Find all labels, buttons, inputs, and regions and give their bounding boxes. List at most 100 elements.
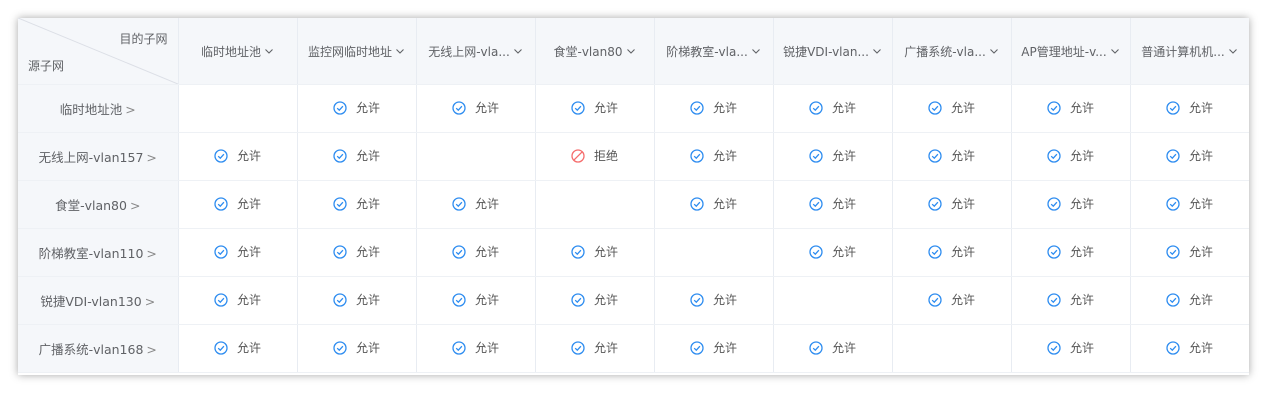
check-circle-icon: [452, 341, 466, 355]
row-header-label: 阶梯教室-vlan110: [38, 246, 144, 261]
column-header[interactable]: 广播系统-vla...: [892, 18, 1012, 85]
policy-cell-allow[interactable]: 允许: [178, 228, 298, 277]
row-header[interactable]: 广播系统-vlan168 >: [18, 324, 179, 373]
policy-cell-allow[interactable]: 允许: [1011, 228, 1131, 277]
policy-cell-empty: [416, 132, 536, 181]
policy-cell-allow[interactable]: 允许: [892, 276, 1012, 325]
policy-cell-allow[interactable]: 允许: [892, 180, 1012, 229]
chevron-down-icon[interactable]: [513, 46, 523, 56]
policy-cell-allow[interactable]: 允许: [535, 324, 655, 373]
policy-cell-allow[interactable]: 允许: [654, 132, 774, 181]
row-header[interactable]: 锐捷VDI-vlan130 >: [18, 276, 179, 325]
acl-matrix: 目的子网 源子网 临时地址池 监控网临时地址 无线上网-vla... 食堂-vlan8…: [18, 18, 1249, 375]
chevron-right-icon: >: [125, 102, 136, 117]
policy-cell-allow[interactable]: 允许: [1130, 228, 1249, 277]
policy-cell-allow[interactable]: 允许: [1130, 132, 1249, 181]
policy-cell-allow[interactable]: 允许: [535, 84, 655, 133]
policy-cell-allow[interactable]: 允许: [1011, 276, 1131, 325]
policy-cell-allow[interactable]: 允许: [1011, 84, 1131, 133]
check-circle-icon: [928, 197, 942, 211]
check-circle-icon: [1047, 101, 1061, 115]
row-header[interactable]: 无线上网-vlan157 >: [18, 132, 179, 181]
policy-cell-allow[interactable]: 允许: [654, 276, 774, 325]
column-header[interactable]: 阶梯教室-vla...: [654, 18, 774, 85]
chevron-down-icon[interactable]: [395, 46, 405, 56]
policy-cell-allow[interactable]: 允许: [654, 180, 774, 229]
policy-cell-allow[interactable]: 允许: [892, 84, 1012, 133]
check-circle-icon: [928, 149, 942, 163]
policy-cell-allow[interactable]: 允许: [535, 228, 655, 277]
column-header[interactable]: AP管理地址-v...: [1011, 18, 1131, 85]
policy-cell-allow[interactable]: 允许: [297, 84, 417, 133]
chevron-down-icon[interactable]: [989, 46, 999, 56]
policy-cell-empty: [535, 180, 655, 229]
policy-cell-allow[interactable]: 允许: [1130, 324, 1249, 373]
policy-label: 允许: [1069, 149, 1094, 164]
policy-cell-allow[interactable]: 允许: [773, 324, 893, 373]
chevron-down-icon[interactable]: [1110, 46, 1120, 56]
policy-cell-allow[interactable]: 允许: [654, 84, 774, 133]
column-header[interactable]: 临时地址池: [178, 18, 298, 85]
chevron-right-icon: >: [146, 342, 157, 357]
check-circle-icon: [690, 293, 704, 307]
column-header[interactable]: 食堂-vlan80: [535, 18, 655, 85]
policy-cell-allow[interactable]: 允许: [416, 180, 536, 229]
column-header-label: 监控网临时地址: [307, 44, 392, 59]
policy-label: 允许: [950, 293, 975, 308]
policy-cell-allow[interactable]: 允许: [654, 324, 774, 373]
policy-cell-allow[interactable]: 允许: [773, 132, 893, 181]
policy-cell-allow[interactable]: 允许: [1011, 132, 1131, 181]
policy-cell-allow[interactable]: 允许: [178, 132, 298, 181]
policy-cell-allow[interactable]: 允许: [416, 84, 536, 133]
policy-cell-deny[interactable]: 拒绝: [535, 132, 655, 181]
policy-cell-allow[interactable]: 允许: [1130, 180, 1249, 229]
check-circle-icon: [1047, 149, 1061, 163]
row-header[interactable]: 食堂-vlan80 >: [18, 180, 179, 229]
check-circle-icon: [690, 149, 704, 163]
policy-cell-allow[interactable]: 允许: [416, 276, 536, 325]
chevron-right-icon: >: [129, 198, 141, 213]
chevron-down-icon[interactable]: [264, 46, 274, 56]
chevron-down-icon[interactable]: [1228, 46, 1238, 56]
policy-label: 允许: [355, 149, 380, 164]
policy-cell-allow[interactable]: 允许: [297, 132, 417, 181]
column-header[interactable]: 无线上网-vla...: [416, 18, 536, 85]
policy-cell-allow[interactable]: 允许: [178, 276, 298, 325]
policy-cell-allow[interactable]: 允许: [178, 180, 298, 229]
policy-cell-allow[interactable]: 允许: [1011, 180, 1131, 229]
policy-cell-allow[interactable]: 允许: [892, 132, 1012, 181]
policy-label: 允许: [1069, 293, 1094, 308]
check-circle-icon: [690, 197, 704, 211]
policy-cell-allow[interactable]: 允许: [297, 276, 417, 325]
subnet-policy-table: 目的子网 源子网 临时地址池 监控网临时地址 无线上网-vla... 食堂-vlan8…: [18, 18, 1249, 373]
chevron-down-icon[interactable]: [751, 46, 761, 56]
policy-cell-allow[interactable]: 允许: [773, 228, 893, 277]
chevron-down-icon[interactable]: [626, 46, 636, 56]
policy-cell-allow[interactable]: 允许: [535, 276, 655, 325]
column-header-label: 阶梯教室-vla...: [666, 44, 748, 59]
chevron-down-icon[interactable]: [872, 46, 882, 56]
check-circle-icon: [1047, 197, 1061, 211]
policy-cell-allow[interactable]: 允许: [773, 180, 893, 229]
column-header[interactable]: 锐捷VDI-vlan...: [773, 18, 893, 85]
row-header[interactable]: 临时地址池 >: [18, 84, 179, 133]
policy-cell-allow[interactable]: 允许: [416, 324, 536, 373]
check-circle-icon: [214, 197, 228, 211]
policy-cell-allow[interactable]: 允许: [1011, 324, 1131, 373]
column-header[interactable]: 普通计算机机...: [1130, 18, 1249, 85]
policy-label: 允许: [712, 149, 737, 164]
policy-cell-allow[interactable]: 允许: [1130, 276, 1249, 325]
policy-cell-allow[interactable]: 允许: [297, 324, 417, 373]
policy-cell-allow[interactable]: 允许: [297, 180, 417, 229]
column-header[interactable]: 监控网临时地址: [297, 18, 417, 85]
row-header[interactable]: 阶梯教室-vlan110 >: [18, 228, 179, 277]
header-row: 目的子网 源子网 临时地址池 监控网临时地址 无线上网-vla... 食堂-vlan8…: [18, 18, 1249, 85]
check-circle-icon: [1166, 149, 1180, 163]
policy-cell-allow[interactable]: 允许: [892, 228, 1012, 277]
policy-cell-allow[interactable]: 允许: [178, 324, 298, 373]
policy-cell-allow[interactable]: 允许: [773, 84, 893, 133]
check-circle-icon: [809, 197, 823, 211]
policy-cell-allow[interactable]: 允许: [297, 228, 417, 277]
policy-cell-allow[interactable]: 允许: [1130, 84, 1249, 133]
policy-cell-allow[interactable]: 允许: [416, 228, 536, 277]
